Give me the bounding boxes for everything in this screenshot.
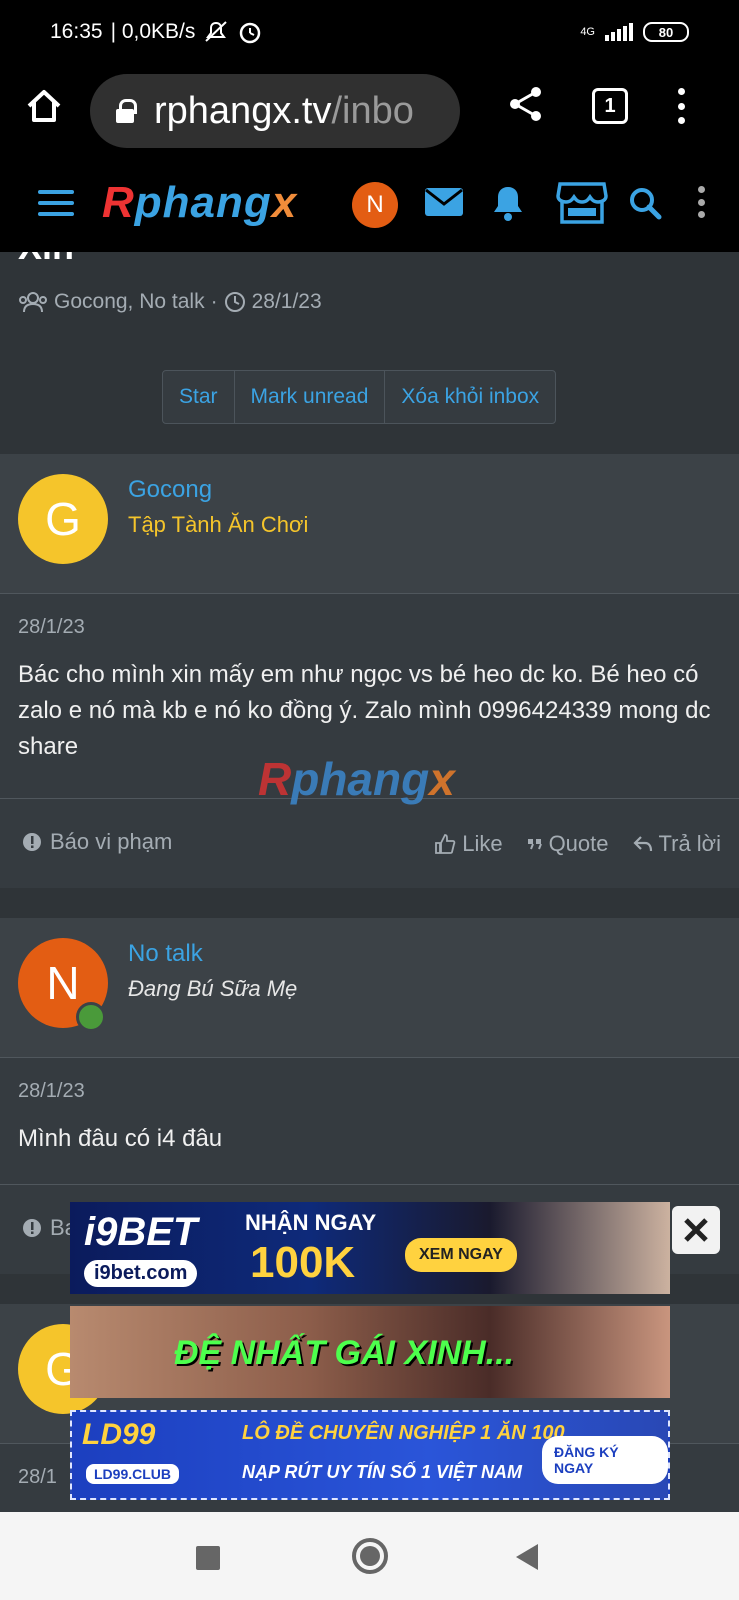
conversation-actions: Star Mark unread Xóa khỏi inbox bbox=[162, 370, 557, 424]
conversation-participants[interactable]: Gocong, No talk bbox=[54, 290, 205, 314]
home-icon[interactable] bbox=[24, 86, 64, 126]
message-body: 28/1/23 Mình đâu có i4 đâu bbox=[0, 1058, 739, 1184]
message-username[interactable]: Gocong bbox=[128, 476, 212, 504]
hamburger-menu-icon[interactable] bbox=[38, 190, 74, 216]
alert-icon bbox=[23, 1219, 41, 1237]
like-button[interactable]: Like bbox=[434, 831, 503, 857]
star-button[interactable]: Star bbox=[163, 371, 235, 423]
back-icon[interactable] bbox=[516, 1544, 538, 1570]
reply-button[interactable]: Trả lời bbox=[632, 831, 721, 857]
message-text: Bác cho mình xin mấy em như ngọc vs bé h… bbox=[18, 661, 711, 760]
users-icon bbox=[19, 292, 47, 313]
battery-level: 80 bbox=[658, 24, 674, 40]
message-date[interactable]: 28/1/23 bbox=[18, 1080, 721, 1103]
alert-icon bbox=[23, 833, 41, 851]
site-menu-icon[interactable] bbox=[698, 186, 706, 218]
conversation-header: Xin Gocong, No talk · 28/1/23 Star Mark … bbox=[0, 252, 739, 454]
url-path: /inbo bbox=[331, 89, 414, 132]
online-status-icon bbox=[76, 1002, 106, 1032]
mute-icon bbox=[205, 21, 228, 42]
lock-icon bbox=[116, 99, 137, 123]
user-avatar[interactable]: N bbox=[352, 182, 398, 228]
watermark-logo: Rphangx bbox=[258, 753, 455, 805]
ad-cta-button[interactable]: ĐĂNG KÝ NGAY bbox=[542, 1436, 668, 1484]
meta-separator: · bbox=[210, 290, 218, 313]
home-nav-icon[interactable] bbox=[352, 1538, 388, 1574]
ad-banner-ld99[interactable]: LD99 LD99.CLUB LÔ ĐỀ CHUYÊN NGHIỆP 1 ĂN … bbox=[70, 1410, 670, 1500]
message-footer: Báo vi phạm Like Quote Trả lời bbox=[0, 798, 739, 886]
conversation-title: Xin bbox=[18, 252, 74, 268]
ad-banner-girls[interactable]: ĐỆ NHẤT GÁI XINH... bbox=[70, 1306, 670, 1398]
conversation-date: 28/1/23 bbox=[251, 290, 322, 313]
mark-unread-button[interactable]: Mark unread bbox=[235, 371, 386, 423]
message-text: Mình đâu có i4 đâu bbox=[18, 1125, 223, 1152]
status-time: 16:35 bbox=[50, 20, 103, 43]
user-title: Tập Tành Ăn Chơi bbox=[128, 512, 309, 537]
message-actions: Like Quote Trả lời bbox=[434, 831, 721, 857]
tab-switcher-button[interactable]: 1 bbox=[592, 88, 628, 124]
remove-from-inbox-button[interactable]: Xóa khỏi inbox bbox=[385, 371, 555, 423]
share-icon[interactable] bbox=[506, 84, 546, 124]
quote-icon bbox=[527, 839, 542, 850]
avatar[interactable]: G bbox=[18, 474, 108, 564]
status-bar: 16:35 | 0,0KB/s 4G 80 bbox=[0, 0, 739, 64]
network-type: 4G bbox=[580, 26, 595, 38]
url-bar[interactable]: rphangx.tv/inbo bbox=[90, 74, 460, 148]
conversation-meta: Gocong, No talk · 28/1/23 bbox=[18, 290, 322, 314]
reply-icon bbox=[632, 836, 652, 852]
report-button[interactable]: Báo vi phạm bbox=[22, 829, 172, 855]
tab-count: 1 bbox=[604, 94, 616, 117]
message-card: G Gocong Tập Tành Ăn Chơi 28/1/23 Bác ch… bbox=[0, 454, 739, 888]
message-user-block: G Gocong Tập Tành Ăn Chơi bbox=[0, 454, 739, 594]
android-nav-bar bbox=[0, 1512, 739, 1600]
report-button[interactable]: Ba bbox=[22, 1215, 77, 1241]
site-logo[interactable]: Rphangx bbox=[102, 178, 297, 228]
mail-icon[interactable] bbox=[424, 186, 464, 218]
message-username[interactable]: No talk bbox=[128, 940, 203, 968]
battery-icon: 80 bbox=[643, 22, 689, 42]
signal-icon bbox=[605, 23, 633, 41]
clock-icon bbox=[224, 292, 245, 312]
browser-menu-icon[interactable] bbox=[678, 88, 686, 124]
message-date[interactable]: 28/1/23 bbox=[18, 616, 721, 639]
thumbs-up-icon bbox=[435, 834, 456, 854]
recents-icon[interactable] bbox=[196, 1546, 220, 1570]
ad-cta-button[interactable]: XEM NGAY bbox=[405, 1238, 517, 1272]
store-icon[interactable] bbox=[556, 180, 608, 224]
search-icon[interactable] bbox=[628, 186, 662, 220]
site-header: Rphangx N bbox=[0, 172, 739, 252]
user-title: Đang Bú Sữa Mẹ bbox=[128, 976, 298, 1001]
ad-close-icon[interactable] bbox=[672, 1206, 720, 1254]
alarm-icon bbox=[240, 22, 261, 44]
status-net-speed: | 0,0KB/s bbox=[110, 20, 196, 43]
bell-icon[interactable] bbox=[490, 182, 526, 222]
url-host: rphangx.tv bbox=[154, 89, 332, 132]
ad-banner-i9bet[interactable]: i9BET i9bet.com NHẬN NGAY 100K XEM NGAY bbox=[70, 1202, 670, 1294]
message-user-block: N No talk Đang Bú Sữa Mẹ bbox=[0, 918, 739, 1058]
browser-toolbar: rphangx.tv/inbo 1 bbox=[0, 64, 739, 172]
quote-button[interactable]: Quote bbox=[527, 831, 609, 857]
